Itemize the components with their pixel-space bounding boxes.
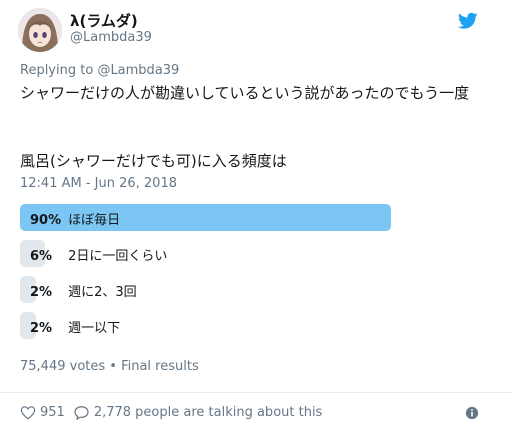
conversation-text: 2,778 people are talking about this (93, 405, 323, 420)
reply-conversation-link[interactable]: 2,778 people are talking about this (73, 405, 323, 420)
poll-percent: 2% (30, 321, 53, 336)
poll-percent: 2% (30, 285, 53, 300)
user-handle[interactable]: @Lambda39 (70, 30, 152, 45)
twitter-bird-icon[interactable] (458, 12, 478, 30)
poll-option: 6% 2日に一回くらい (20, 240, 432, 267)
like-button[interactable]: 951 (20, 405, 65, 420)
poll-choice-label: 週に2、3回 (68, 285, 137, 300)
replying-to: Replying to @Lambda39 (20, 63, 179, 78)
divider (0, 392, 512, 393)
poll-option: 90% ほぼ毎日 (20, 204, 432, 231)
heart-icon (20, 406, 36, 420)
poll-summary: 75,449 votes • Final results (20, 359, 199, 374)
poll-percent: 90% (30, 213, 62, 228)
poll-question: 風呂(シャワーだけでも可)に入る頻度は (20, 152, 287, 170)
anime-avatar-icon (18, 8, 62, 52)
avatar[interactable] (18, 8, 62, 52)
poll-option: 2% 週一以下 (20, 312, 432, 339)
poll-choice-label: 2日に一回くらい (68, 249, 168, 264)
tweet-body: シャワーだけの人が勘違いしているという説があったのでもう一度 (20, 84, 470, 102)
poll-percent: 6% (30, 249, 53, 264)
poll-option: 2% 週に2、3回 (20, 276, 432, 303)
replying-to-label: Replying to (20, 63, 94, 78)
reply-mention-link[interactable]: @Lambda39 (97, 63, 179, 78)
speech-bubble-icon (74, 406, 89, 420)
display-name[interactable]: λ(ラムダ) (70, 10, 138, 31)
poll-choice-label: ほぼ毎日 (68, 213, 121, 228)
poll-choice-label: 週一以下 (68, 321, 121, 336)
tweet-timestamp[interactable]: 12:41 AM - Jun 26, 2018 (20, 176, 177, 191)
like-count: 951 (40, 405, 65, 420)
tweet-actions: 951 2,778 people are talking about this (20, 405, 330, 420)
info-icon[interactable] (465, 406, 479, 420)
